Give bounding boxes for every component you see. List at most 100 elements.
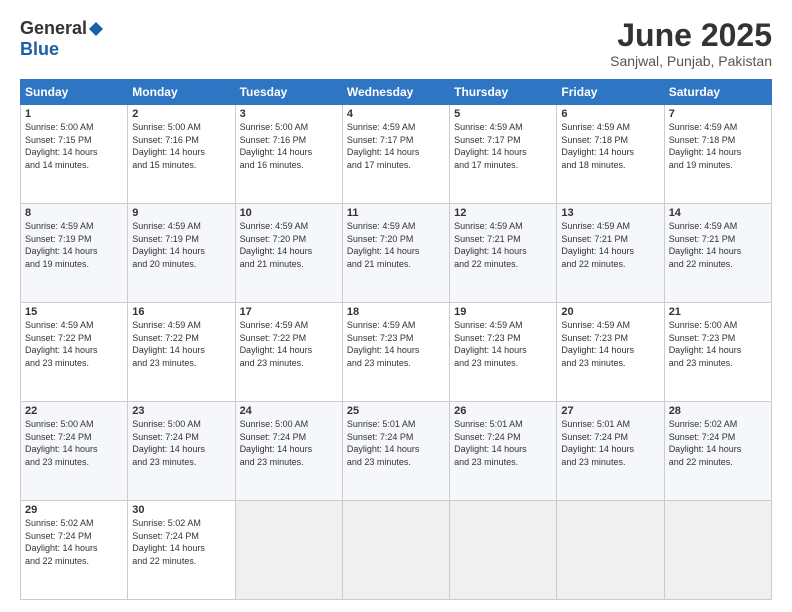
day-info: Sunrise: 4:59 AM Sunset: 7:23 PM Dayligh… <box>561 319 659 369</box>
col-friday: Friday <box>557 80 664 105</box>
table-row: 18Sunrise: 4:59 AM Sunset: 7:23 PM Dayli… <box>342 303 449 402</box>
day-info: Sunrise: 4:59 AM Sunset: 7:20 PM Dayligh… <box>240 220 338 270</box>
table-row: 13Sunrise: 4:59 AM Sunset: 7:21 PM Dayli… <box>557 204 664 303</box>
day-number: 7 <box>669 108 767 120</box>
table-row: 21Sunrise: 5:00 AM Sunset: 7:23 PM Dayli… <box>664 303 771 402</box>
day-info: Sunrise: 4:59 AM Sunset: 7:21 PM Dayligh… <box>454 220 552 270</box>
day-number: 19 <box>454 306 552 318</box>
header: General Blue June 2025 Sanjwal, Punjab, … <box>20 18 772 69</box>
table-row: 10Sunrise: 4:59 AM Sunset: 7:20 PM Dayli… <box>235 204 342 303</box>
day-info: Sunrise: 5:01 AM Sunset: 7:24 PM Dayligh… <box>347 418 445 468</box>
table-row: 28Sunrise: 5:02 AM Sunset: 7:24 PM Dayli… <box>664 402 771 501</box>
calendar-week-row: 29Sunrise: 5:02 AM Sunset: 7:24 PM Dayli… <box>21 501 772 600</box>
day-number: 9 <box>132 207 230 219</box>
table-row: 1Sunrise: 5:00 AM Sunset: 7:15 PM Daylig… <box>21 105 128 204</box>
table-row: 24Sunrise: 5:00 AM Sunset: 7:24 PM Dayli… <box>235 402 342 501</box>
month-title: June 2025 <box>610 18 772 53</box>
table-row: 30Sunrise: 5:02 AM Sunset: 7:24 PM Dayli… <box>128 501 235 600</box>
day-number: 22 <box>25 405 123 417</box>
calendar-header-row: Sunday Monday Tuesday Wednesday Thursday… <box>21 80 772 105</box>
day-info: Sunrise: 5:00 AM Sunset: 7:24 PM Dayligh… <box>240 418 338 468</box>
col-tuesday: Tuesday <box>235 80 342 105</box>
day-number: 23 <box>132 405 230 417</box>
day-info: Sunrise: 4:59 AM Sunset: 7:17 PM Dayligh… <box>347 121 445 171</box>
table-row: 5Sunrise: 4:59 AM Sunset: 7:17 PM Daylig… <box>450 105 557 204</box>
table-row: 16Sunrise: 4:59 AM Sunset: 7:22 PM Dayli… <box>128 303 235 402</box>
day-info: Sunrise: 4:59 AM Sunset: 7:22 PM Dayligh… <box>25 319 123 369</box>
table-row: 7Sunrise: 4:59 AM Sunset: 7:18 PM Daylig… <box>664 105 771 204</box>
day-number: 13 <box>561 207 659 219</box>
logo-blue-text: Blue <box>20 39 59 60</box>
table-row: 12Sunrise: 4:59 AM Sunset: 7:21 PM Dayli… <box>450 204 557 303</box>
col-thursday: Thursday <box>450 80 557 105</box>
day-number: 29 <box>25 504 123 516</box>
day-info: Sunrise: 4:59 AM Sunset: 7:22 PM Dayligh… <box>240 319 338 369</box>
logo-general: General <box>20 18 87 39</box>
table-row: 3Sunrise: 5:00 AM Sunset: 7:16 PM Daylig… <box>235 105 342 204</box>
calendar-week-row: 8Sunrise: 4:59 AM Sunset: 7:19 PM Daylig… <box>21 204 772 303</box>
day-number: 14 <box>669 207 767 219</box>
calendar: Sunday Monday Tuesday Wednesday Thursday… <box>20 79 772 600</box>
table-row: 6Sunrise: 4:59 AM Sunset: 7:18 PM Daylig… <box>557 105 664 204</box>
day-number: 28 <box>669 405 767 417</box>
table-row: 26Sunrise: 5:01 AM Sunset: 7:24 PM Dayli… <box>450 402 557 501</box>
table-row: 20Sunrise: 4:59 AM Sunset: 7:23 PM Dayli… <box>557 303 664 402</box>
day-info: Sunrise: 5:00 AM Sunset: 7:16 PM Dayligh… <box>240 121 338 171</box>
day-info: Sunrise: 4:59 AM Sunset: 7:22 PM Dayligh… <box>132 319 230 369</box>
day-number: 11 <box>347 207 445 219</box>
day-number: 18 <box>347 306 445 318</box>
day-number: 24 <box>240 405 338 417</box>
day-number: 10 <box>240 207 338 219</box>
table-row <box>235 501 342 600</box>
day-number: 5 <box>454 108 552 120</box>
logo-text: General <box>20 18 103 39</box>
table-row: 19Sunrise: 4:59 AM Sunset: 7:23 PM Dayli… <box>450 303 557 402</box>
day-info: Sunrise: 5:02 AM Sunset: 7:24 PM Dayligh… <box>132 517 230 567</box>
page: General Blue June 2025 Sanjwal, Punjab, … <box>0 0 792 612</box>
day-info: Sunrise: 4:59 AM Sunset: 7:19 PM Dayligh… <box>132 220 230 270</box>
day-info: Sunrise: 4:59 AM Sunset: 7:18 PM Dayligh… <box>669 121 767 171</box>
day-info: Sunrise: 4:59 AM Sunset: 7:21 PM Dayligh… <box>669 220 767 270</box>
table-row <box>342 501 449 600</box>
day-info: Sunrise: 4:59 AM Sunset: 7:23 PM Dayligh… <box>347 319 445 369</box>
table-row: 25Sunrise: 5:01 AM Sunset: 7:24 PM Dayli… <box>342 402 449 501</box>
day-info: Sunrise: 4:59 AM Sunset: 7:18 PM Dayligh… <box>561 121 659 171</box>
day-info: Sunrise: 4:59 AM Sunset: 7:17 PM Dayligh… <box>454 121 552 171</box>
day-info: Sunrise: 4:59 AM Sunset: 7:21 PM Dayligh… <box>561 220 659 270</box>
table-row: 22Sunrise: 5:00 AM Sunset: 7:24 PM Dayli… <box>21 402 128 501</box>
day-number: 25 <box>347 405 445 417</box>
logo: General Blue <box>20 18 103 60</box>
day-info: Sunrise: 5:01 AM Sunset: 7:24 PM Dayligh… <box>454 418 552 468</box>
table-row: 9Sunrise: 4:59 AM Sunset: 7:19 PM Daylig… <box>128 204 235 303</box>
day-number: 3 <box>240 108 338 120</box>
day-number: 20 <box>561 306 659 318</box>
day-info: Sunrise: 5:00 AM Sunset: 7:23 PM Dayligh… <box>669 319 767 369</box>
location-subtitle: Sanjwal, Punjab, Pakistan <box>610 53 772 69</box>
day-number: 16 <box>132 306 230 318</box>
day-info: Sunrise: 5:02 AM Sunset: 7:24 PM Dayligh… <box>25 517 123 567</box>
day-number: 15 <box>25 306 123 318</box>
table-row: 2Sunrise: 5:00 AM Sunset: 7:16 PM Daylig… <box>128 105 235 204</box>
table-row: 4Sunrise: 4:59 AM Sunset: 7:17 PM Daylig… <box>342 105 449 204</box>
day-number: 27 <box>561 405 659 417</box>
day-number: 26 <box>454 405 552 417</box>
day-info: Sunrise: 4:59 AM Sunset: 7:19 PM Dayligh… <box>25 220 123 270</box>
table-row: 14Sunrise: 4:59 AM Sunset: 7:21 PM Dayli… <box>664 204 771 303</box>
day-number: 30 <box>132 504 230 516</box>
table-row: 11Sunrise: 4:59 AM Sunset: 7:20 PM Dayli… <box>342 204 449 303</box>
day-number: 1 <box>25 108 123 120</box>
col-sunday: Sunday <box>21 80 128 105</box>
day-number: 2 <box>132 108 230 120</box>
day-info: Sunrise: 4:59 AM Sunset: 7:20 PM Dayligh… <box>347 220 445 270</box>
logo-blue: Blue <box>20 39 59 60</box>
title-section: June 2025 Sanjwal, Punjab, Pakistan <box>610 18 772 69</box>
day-info: Sunrise: 5:01 AM Sunset: 7:24 PM Dayligh… <box>561 418 659 468</box>
table-row: 29Sunrise: 5:02 AM Sunset: 7:24 PM Dayli… <box>21 501 128 600</box>
col-wednesday: Wednesday <box>342 80 449 105</box>
day-number: 12 <box>454 207 552 219</box>
col-monday: Monday <box>128 80 235 105</box>
calendar-week-row: 22 Sunrise: 5:00 AM Sunset: 7:24 PM Dayli… <box>21 402 772 501</box>
table-row: 8Sunrise: 4:59 AM Sunset: 7:19 PM Daylig… <box>21 204 128 303</box>
day-number: 8 <box>25 207 123 219</box>
day-number: 4 <box>347 108 445 120</box>
